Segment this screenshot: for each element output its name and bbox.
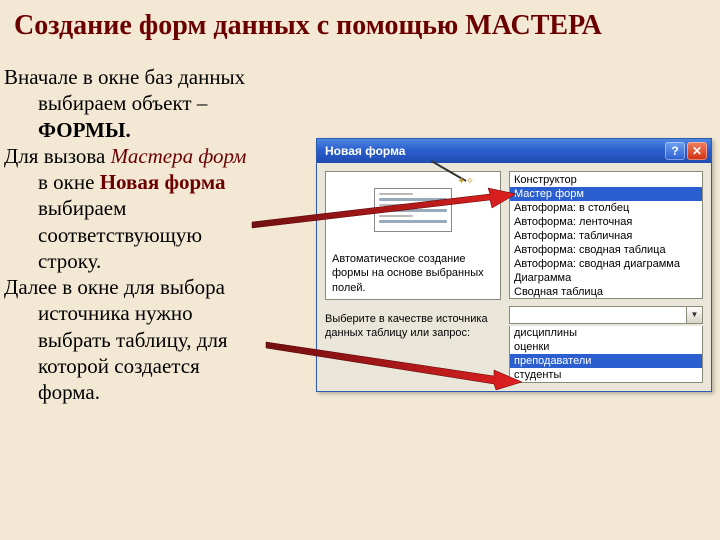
form-type-listbox[interactable]: КонструкторМастер формАвтоформа: в столб…	[509, 171, 703, 299]
preview-panel: ✦✧ Автоматическое создание формы на осно…	[325, 171, 501, 300]
source-listbox[interactable]: дисциплиныоценкипреподавателистуденты	[509, 326, 703, 383]
combo-value[interactable]	[510, 307, 686, 323]
form-type-option[interactable]: Автоформа: сводная таблица	[510, 243, 702, 257]
text: которой создается	[38, 354, 200, 378]
text: соответствующую	[38, 223, 202, 247]
chevron-down-icon[interactable]: ▼	[686, 307, 702, 323]
dialog-body: ✦✧ Автоматическое создание формы на осно…	[317, 163, 711, 391]
text: выбираем	[38, 196, 126, 220]
slide-body: Вначале в окне баз данных выбираем объек…	[4, 64, 320, 405]
help-button[interactable]: ?	[665, 142, 685, 160]
text: выбрать таблицу, для	[38, 328, 228, 352]
wizard-preview-icon: ✦✧	[332, 178, 494, 242]
form-type-option[interactable]: Мастер форм	[510, 187, 702, 201]
dialog-titlebar[interactable]: Новая форма ? ✕	[317, 139, 711, 163]
form-type-option[interactable]: Автоформа: табличная	[510, 229, 702, 243]
source-option[interactable]: преподаватели	[510, 354, 702, 368]
form-type-option[interactable]: Автоформа: в столбец	[510, 201, 702, 215]
text: форма.	[38, 380, 100, 404]
text: источника нужно	[38, 301, 193, 325]
source-option[interactable]: студенты	[510, 368, 702, 382]
text: строку.	[38, 249, 101, 273]
text: в окне	[38, 170, 100, 194]
source-combobox[interactable]: ▼	[509, 306, 703, 324]
close-button[interactable]: ✕	[687, 142, 707, 160]
source-label: Выберите в качестве источника данных таб…	[325, 306, 501, 341]
dialog-title: Новая форма	[325, 144, 665, 158]
form-type-option[interactable]: Автоформа: ленточная	[510, 215, 702, 229]
text-bold: Новая форма	[100, 170, 226, 194]
preview-description: Автоматическое создание формы на основе …	[332, 252, 494, 295]
new-form-dialog: Новая форма ? ✕ ✦✧	[316, 138, 712, 392]
text: Для вызова	[4, 144, 111, 168]
text-bold: ФОРМЫ.	[38, 118, 131, 142]
form-type-option[interactable]: Сводная таблица	[510, 285, 702, 299]
text: выбираем объект –	[38, 91, 207, 115]
form-type-option[interactable]: Автоформа: сводная диаграмма	[510, 257, 702, 271]
source-option[interactable]: дисциплины	[510, 326, 702, 340]
form-type-option[interactable]: Диаграмма	[510, 271, 702, 285]
form-type-option[interactable]: Конструктор	[510, 173, 702, 187]
source-option[interactable]: оценки	[510, 340, 702, 354]
text: Вначале в окне баз данных	[4, 65, 245, 89]
text-emphasis: Мастера форм	[111, 144, 247, 168]
text: Далее в окне для выбора	[4, 275, 225, 299]
slide-title: Создание форм данных с помощью МАСТЕРА	[0, 0, 720, 46]
